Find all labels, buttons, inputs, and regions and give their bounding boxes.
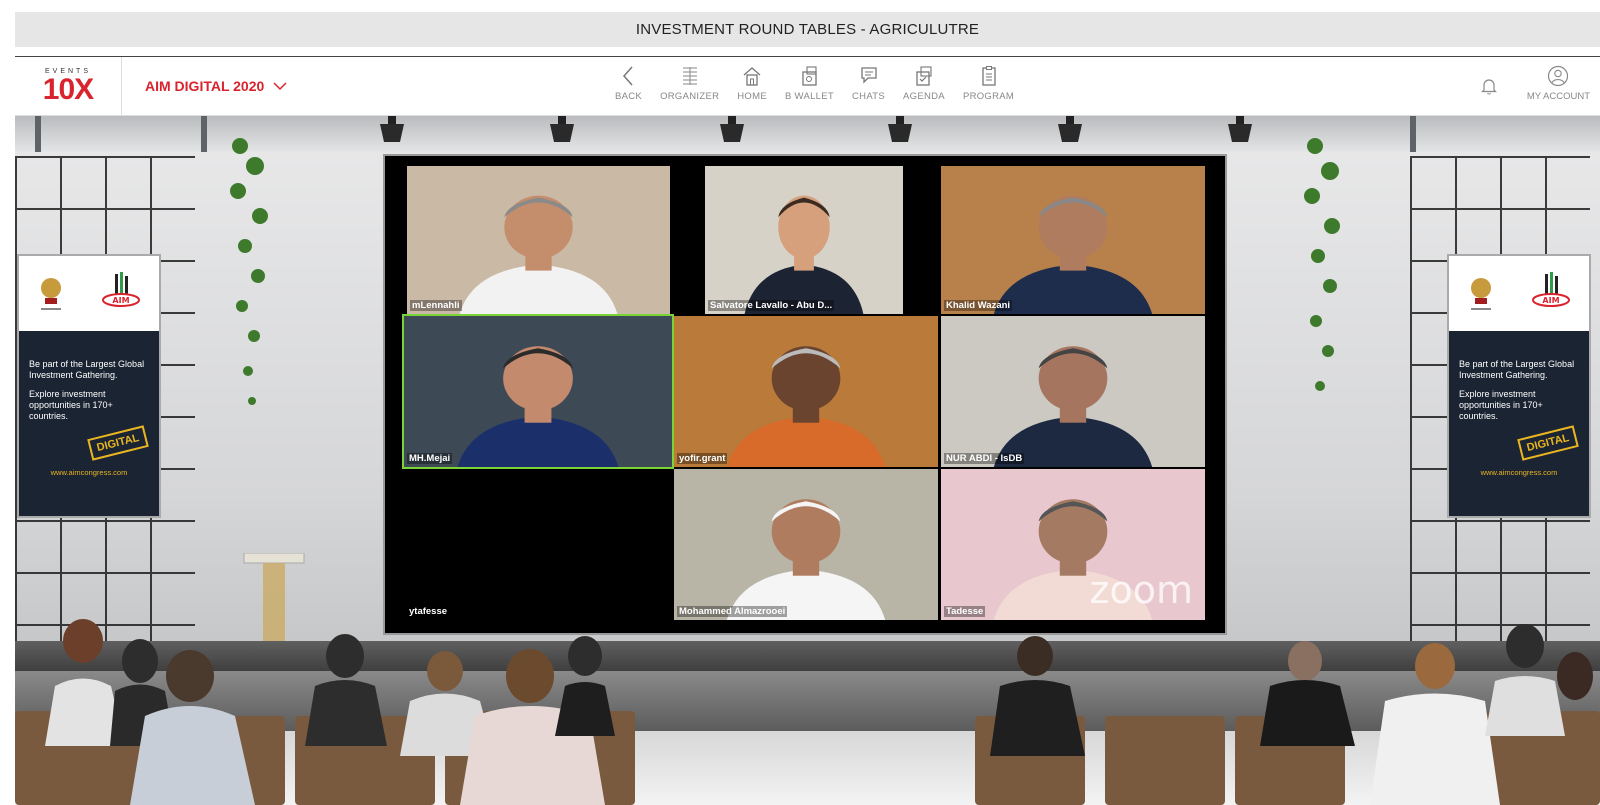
- banner-line-2: Explore investment opportunities in 170+…: [29, 389, 113, 421]
- ceiling-beam: [35, 116, 41, 152]
- participant-name-label: Salvatore Lavallo - Abu D...: [708, 300, 835, 311]
- nav-program-label: PROGRAM: [962, 91, 1015, 102]
- user-avatar-icon: [1548, 65, 1569, 87]
- program-clipboard-icon: [981, 66, 996, 86]
- participant-video-tile[interactable]: Salvatore Lavallo - Abu D...: [705, 166, 903, 314]
- spotlight-icon: [380, 116, 404, 142]
- spotlight-icon: [720, 116, 744, 142]
- participant-video-feed: [726, 499, 886, 620]
- audience-seating: [15, 619, 1600, 805]
- nav-home-button[interactable]: HOME: [737, 65, 767, 109]
- back-arrow-icon: [622, 66, 633, 86]
- virtual-auditorium: AIM Be part of the Largest Global Invest…: [15, 116, 1600, 805]
- participant-video-feed: [993, 346, 1153, 467]
- participant-name-label: yofir.grant: [677, 453, 728, 464]
- participant-video-feed: [993, 195, 1153, 314]
- participant-video-tile[interactable]: NUR ABDI - IsDB: [941, 316, 1205, 467]
- participant-video-feed: [457, 346, 619, 467]
- participant-video-tile[interactable]: Mohammed Almazrooei: [674, 469, 938, 620]
- organizer-icon: [682, 67, 697, 85]
- my-account-label: MY ACCOUNT: [1526, 91, 1590, 102]
- nav-agenda-label: AGENDA: [903, 91, 945, 102]
- participant-video-feed: [744, 195, 864, 314]
- app-window: INVESTMENT ROUND TABLES - AGRICULUTRE EV…: [0, 0, 1600, 805]
- nav-back-label: BACK: [615, 91, 643, 102]
- nav-wallet-label: B WALLET: [784, 91, 835, 102]
- digital-stamp: DIGITAL: [87, 425, 149, 461]
- session-title-bar: INVESTMENT ROUND TABLES - AGRICULUTRE: [15, 12, 1600, 47]
- my-account-button[interactable]: MY ACCOUNT: [1527, 65, 1590, 102]
- event-selector-label: AIM DIGITAL 2020: [145, 78, 265, 94]
- uae-emblem-icon: [1470, 277, 1491, 310]
- logo-main-text: 10X: [42, 73, 94, 106]
- hanging-plant-icon: [230, 138, 268, 405]
- participant-video-tile[interactable]: yofir.grant: [674, 316, 938, 467]
- banner-line-1: Be part of the Largest Global Investment…: [1459, 359, 1575, 380]
- video-conference-screen: mLennahli Salvatore Lavallo - Abu D... Kha…: [383, 154, 1227, 635]
- banner-line-1: Be part of the Largest Global Investment…: [29, 359, 145, 380]
- participant-name-label: MH.Mejai: [407, 453, 453, 464]
- spotlight-icon: [1058, 116, 1082, 142]
- nav-program-button[interactable]: PROGRAM: [963, 65, 1014, 109]
- zoom-watermark: zoom: [1089, 568, 1193, 612]
- participant-video-tile[interactable]: zoom Tadesse: [941, 469, 1205, 620]
- wallet-icon: [802, 66, 818, 86]
- chat-bubble-icon: [860, 67, 877, 84]
- banner-line-2: Explore investment opportunities in 170+…: [1459, 389, 1543, 421]
- digital-stamp: DIGITAL: [1517, 425, 1579, 461]
- agenda-icon: [916, 66, 932, 86]
- nav-home-label: HOME: [737, 91, 767, 102]
- nav-right-group: MY ACCOUNT: [1480, 65, 1600, 102]
- nav-chats-button[interactable]: CHATS: [852, 65, 885, 109]
- spotlight-icon: [888, 116, 912, 142]
- participant-name-label: NUR ABDI - IsDB: [944, 453, 1025, 464]
- nav-chats-label: CHATS: [852, 91, 886, 102]
- hanging-plant-icon: [1304, 138, 1340, 391]
- banner-url: www.aimcongress.com: [50, 468, 128, 477]
- participant-video-tile[interactable]: ytafesse: [404, 469, 672, 620]
- banner-url: www.aimcongress.com: [1480, 468, 1558, 477]
- spotlight-icon: [1228, 116, 1252, 142]
- aim-logo-icon: AIM: [101, 271, 140, 307]
- nav-agenda-button[interactable]: AGENDA: [903, 65, 945, 109]
- banner-logos: AIM: [19, 256, 159, 331]
- participant-video-tile[interactable]: Khalid Wazani: [941, 166, 1205, 314]
- aim-logo-text: AIM: [1542, 296, 1559, 305]
- aim-logo-icon: AIM: [1531, 271, 1570, 307]
- aim-logo-text: AIM: [112, 296, 129, 305]
- nav-wallet-button[interactable]: B WALLET: [785, 65, 834, 109]
- aim-banner-left: AIM Be part of the Largest Global Invest…: [17, 254, 161, 518]
- top-navbar: EVENTS 10X AIM DIGITAL 2020 BACK ORGANIZ…: [15, 56, 1600, 116]
- events10x-logo[interactable]: EVENTS 10X: [15, 57, 122, 115]
- main-nav: BACK ORGANIZER HOME B WALLET CHATS AGEND…: [615, 65, 1032, 109]
- chevron-down-icon: [273, 82, 287, 91]
- participant-video-tile[interactable]: MH.Mejai: [402, 314, 674, 469]
- spotlight-icon: [550, 116, 574, 142]
- nav-back-button[interactable]: BACK: [615, 65, 642, 109]
- session-title: INVESTMENT ROUND TABLES - AGRICULUTRE: [635, 21, 980, 38]
- participant-video-feed: [459, 195, 618, 314]
- ceiling-beam: [201, 116, 207, 152]
- aim-banner-right: AIM Be part of the Largest Global Invest…: [1447, 254, 1591, 518]
- participant-video-feed: [726, 346, 886, 467]
- uae-emblem-icon: [40, 277, 61, 310]
- participant-name-label: Khalid Wazani: [944, 300, 1013, 311]
- nav-organizer-button[interactable]: ORGANIZER: [660, 65, 719, 109]
- participant-video-tile[interactable]: mLennahli: [407, 166, 670, 314]
- banner-logos: AIM: [1449, 256, 1589, 331]
- ceiling-beam: [1410, 116, 1416, 152]
- participant-name-label: mLennahli: [410, 300, 462, 311]
- home-icon: [743, 67, 761, 86]
- event-selector[interactable]: AIM DIGITAL 2020: [145, 78, 288, 94]
- nav-organizer-label: ORGANIZER: [660, 91, 720, 102]
- notification-bell-icon[interactable]: [1480, 77, 1497, 95]
